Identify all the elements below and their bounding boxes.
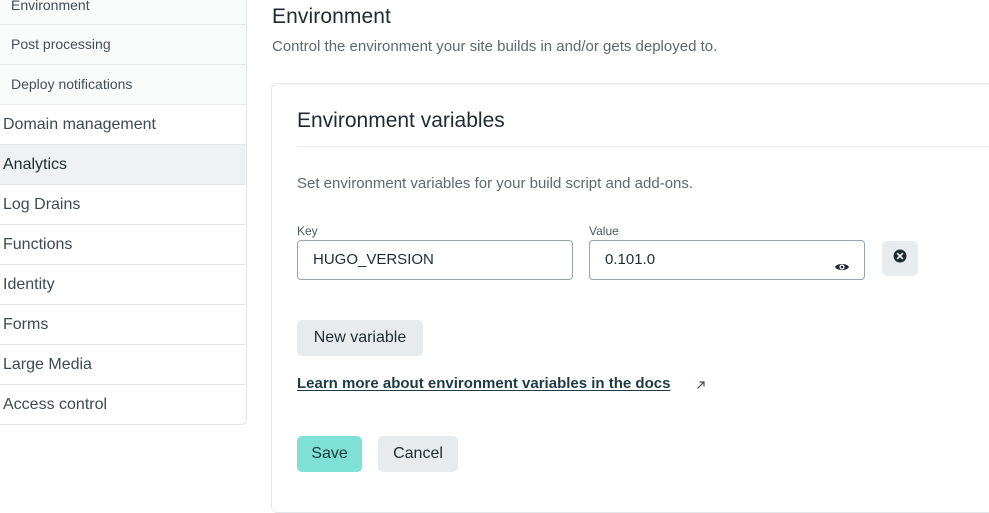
value-label: Value (589, 224, 619, 238)
card-divider (297, 146, 989, 147)
eye-icon[interactable] (834, 252, 850, 270)
sidebar-item-analytics[interactable]: Analytics (0, 145, 246, 185)
key-input[interactable]: HUGO_VERSION (297, 240, 573, 280)
card-description: Set environment variables for your build… (297, 175, 694, 192)
sidebar-subitem-post-processing[interactable]: Post processing (0, 25, 246, 65)
arrow-up-right-icon (695, 378, 707, 390)
page-description: Control the environment your site builds… (272, 38, 718, 55)
page-title: Environment (272, 5, 391, 28)
sidebar-item-access-control[interactable]: Access control (0, 385, 246, 424)
docs-link[interactable]: Learn more about environment variables i… (297, 375, 670, 392)
settings-sidebar: Environment Post processing Deploy notif… (0, 0, 247, 425)
sidebar-item-functions[interactable]: Functions (0, 225, 246, 265)
sidebar-item-forms[interactable]: Forms (0, 305, 246, 345)
sidebar-item-domain-management[interactable]: Domain management (0, 105, 246, 145)
remove-variable-button[interactable] (882, 241, 918, 276)
sidebar-item-large-media[interactable]: Large Media (0, 345, 246, 385)
value-input[interactable]: 0.101.0 (589, 240, 865, 280)
sidebar-item-identity[interactable]: Identity (0, 265, 246, 305)
value-input-text: 0.101.0 (605, 251, 656, 268)
cancel-button[interactable]: Cancel (378, 436, 458, 472)
build-deploy-subnav: Environment Post processing Deploy notif… (0, 0, 246, 105)
card-title: Environment variables (297, 109, 505, 132)
new-variable-button[interactable]: New variable (297, 320, 423, 356)
sidebar-subitem-environment[interactable]: Environment (0, 0, 246, 25)
save-button[interactable]: Save (297, 436, 362, 472)
sidebar-item-log-drains[interactable]: Log Drains (0, 185, 246, 225)
key-label: Key (297, 224, 318, 238)
sidebar-subitem-deploy-notifications[interactable]: Deploy notifications (0, 65, 246, 105)
close-circle-icon (893, 249, 907, 268)
